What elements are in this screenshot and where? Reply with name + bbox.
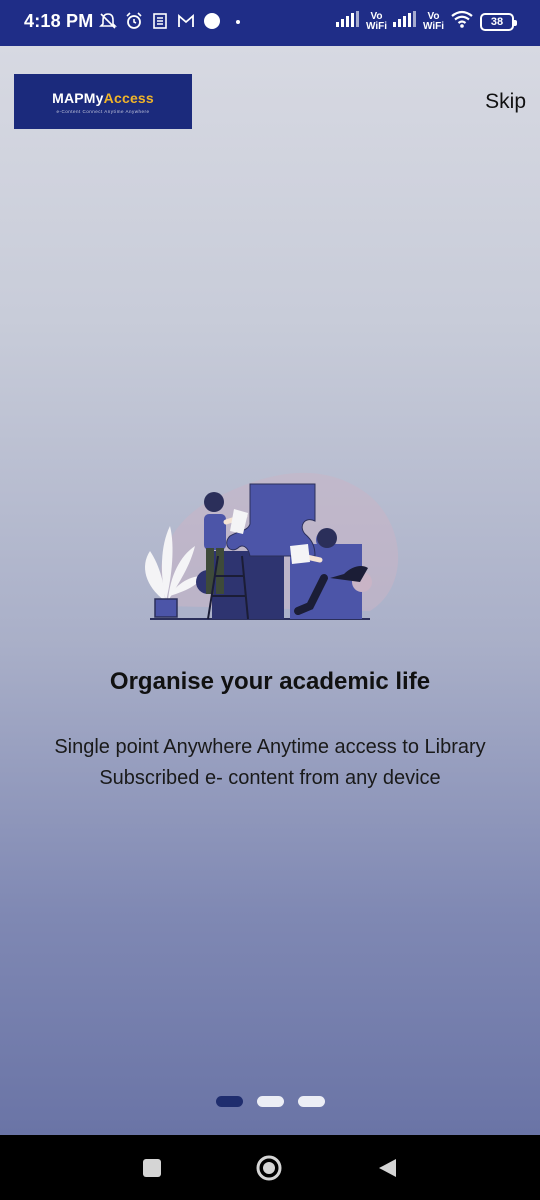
onboarding-title: Organise your academic life (109, 668, 431, 695)
alarm-icon (124, 11, 144, 31)
onboarding-description: Single point Anywhere Anytime access to … (54, 736, 486, 789)
home-circle-icon[interactable] (254, 1153, 284, 1183)
vowifi-indicator: Vo WiFi (365, 10, 387, 32)
gmail-icon (176, 11, 196, 31)
battery-indicator: 38 (480, 12, 517, 31)
page-dot-1[interactable] (215, 1096, 243, 1107)
page-dot-3[interactable] (297, 1096, 325, 1107)
dot-icon (202, 11, 222, 31)
page-indicator (0, 1096, 540, 1107)
logo-text: MAPMyAccess (52, 89, 154, 106)
app-logo: MAPMyAccess e-Content Connect Anytime An… (14, 74, 192, 129)
logo-tagline: e-Content Connect Anytime Anywhere (56, 108, 150, 114)
skip-button[interactable]: Skip (485, 90, 526, 114)
puzzle-illustration (145, 472, 399, 620)
page-dot-2[interactable] (256, 1096, 284, 1107)
news-icon (150, 11, 170, 31)
system-nav-bar (0, 1135, 540, 1200)
status-right: Vo WiFi Vo WiFi 38 (335, 10, 517, 33)
back-triangle-icon[interactable] (372, 1153, 402, 1183)
wifi-icon (450, 10, 474, 33)
muted-bell-icon (98, 11, 118, 31)
signal-icon-2 (392, 11, 417, 32)
recents-square-icon[interactable] (137, 1153, 167, 1183)
signal-icon (335, 11, 360, 32)
onboarding-screen: MAPMyAccess e-Content Connect Anytime An… (0, 46, 540, 1135)
notification-icons (98, 11, 248, 31)
status-bar: 4:18 PM Vo WiFi Vo WiFi 38 (0, 0, 540, 46)
status-time: 4:18 PM (24, 11, 94, 31)
vowifi-indicator-2: Vo WiFi (422, 10, 444, 32)
small-dot-icon (228, 11, 248, 31)
